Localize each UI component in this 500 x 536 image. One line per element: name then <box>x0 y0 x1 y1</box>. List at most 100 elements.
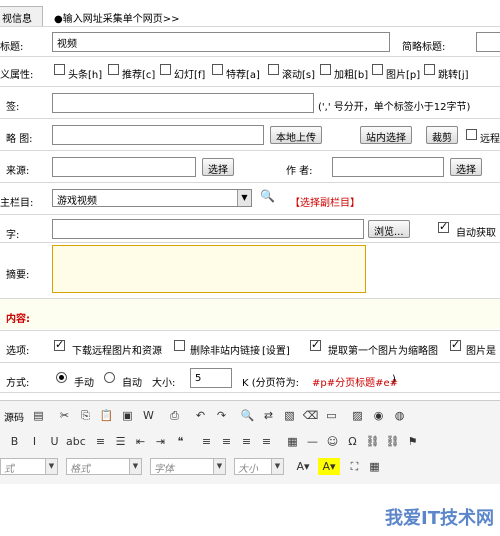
paste-icon[interactable]: 📋 <box>98 407 115 424</box>
attr-checkbox[interactable] <box>54 64 65 75</box>
anchor-icon[interactable]: ⚑ <box>404 433 421 450</box>
indent-icon[interactable]: ⇥ <box>152 433 169 450</box>
ol-icon[interactable]: ≡ <box>92 433 109 450</box>
underline-icon[interactable]: U <box>46 433 63 450</box>
special-char-icon[interactable]: Ω <box>344 433 361 450</box>
summary-label: 摘要: <box>6 270 30 281</box>
paging-manual-radio[interactable] <box>56 372 67 383</box>
auto-keyword-checkbox[interactable] <box>438 220 449 233</box>
crop-button[interactable]: 裁剪 <box>426 126 458 144</box>
show-blocks-icon[interactable]: ▦ <box>366 458 383 475</box>
format-combo[interactable]: 格式 ▼ <box>66 458 142 475</box>
auto-keyword-label: 自动获取 <box>456 228 496 239</box>
paging-manual-label: 手动 <box>74 378 94 389</box>
tags-input[interactable] <box>52 93 314 113</box>
smiley-icon[interactable]: ☺ <box>324 433 341 450</box>
justify-icon[interactable]: ≡ <box>258 433 275 450</box>
template-icon[interactable]: ▭ <box>323 407 340 424</box>
paging-close: ) <box>392 374 396 385</box>
align-right-icon[interactable]: ≡ <box>238 433 255 450</box>
author-select-button[interactable]: 选择 <box>450 158 482 176</box>
cut-icon[interactable]: ✂ <box>56 407 73 424</box>
bg-color-icon[interactable]: A▾ <box>318 458 340 475</box>
find-icon[interactable]: 🔍 <box>239 407 256 424</box>
text-color-icon[interactable]: A▾ <box>292 458 314 475</box>
link-icon[interactable]: ⛓ <box>364 433 381 450</box>
attr-checkbox[interactable] <box>320 64 331 75</box>
paste-text-icon[interactable]: ▣ <box>119 407 136 424</box>
image-icon[interactable]: ▨ <box>349 407 366 424</box>
source-mode-button[interactable]: 源码 <box>4 409 24 424</box>
title-input[interactable] <box>52 32 390 52</box>
flash-icon[interactable]: ◉ <box>370 407 387 424</box>
summary-textarea[interactable] <box>52 245 366 293</box>
options-label: 选项: <box>6 346 30 357</box>
remote-checkbox[interactable] <box>466 129 477 140</box>
column-select[interactable]: 游戏视频 ▼ <box>52 189 252 207</box>
source-input[interactable] <box>52 157 196 177</box>
thumb-input[interactable] <box>52 125 264 145</box>
strike-icon[interactable]: abc <box>66 433 86 450</box>
font-combo[interactable]: 字体 ▼ <box>150 458 226 475</box>
attr-label: 加粗[b] <box>334 70 369 81</box>
select-all-icon[interactable]: ▧ <box>281 407 298 424</box>
style-combo-label: 式 <box>4 464 14 475</box>
attr-checkbox[interactable] <box>268 64 279 75</box>
print-icon[interactable]: ⎙ <box>166 407 183 424</box>
attr-checkbox[interactable] <box>108 64 119 75</box>
author-input[interactable] <box>332 157 444 177</box>
chevron-down-icon: ▼ <box>213 459 225 474</box>
settings-link[interactable]: [设置] <box>262 342 290 357</box>
tags-hint: (',' 号分开，单个标签小于12字节) <box>318 102 471 113</box>
align-center-icon[interactable]: ≡ <box>218 433 235 450</box>
hr-icon[interactable]: — <box>304 433 321 450</box>
paging-size-label: 大小: <box>152 378 176 389</box>
quote-icon[interactable]: ❝ <box>172 433 189 450</box>
source-select-button[interactable]: 选择 <box>202 158 234 176</box>
remove-format-icon[interactable]: ⌫ <box>302 407 319 424</box>
attr-checkbox[interactable] <box>372 64 383 75</box>
outdent-icon[interactable]: ⇤ <box>132 433 149 450</box>
maximize-icon[interactable]: ⛶ <box>346 458 363 475</box>
download-remote-checkbox[interactable] <box>54 338 65 351</box>
tab-basic-info[interactable]: 视信息 <box>0 6 43 26</box>
ul-icon[interactable]: ☰ <box>112 433 129 450</box>
search-icon[interactable]: 🔍 <box>260 189 275 203</box>
attr-checkbox[interactable] <box>160 64 171 75</box>
site-select-button[interactable]: 站内选择 <box>360 126 412 144</box>
short-title-input[interactable] <box>476 32 500 52</box>
copy-icon[interactable]: ⎘ <box>77 407 94 424</box>
chevron-down-icon: ▼ <box>237 190 251 206</box>
undo-icon[interactable]: ↶ <box>192 407 209 424</box>
style-combo[interactable]: 式 ▼ <box>0 458 58 475</box>
keyword-input[interactable] <box>52 219 364 239</box>
paste-word-icon[interactable]: W <box>140 407 157 424</box>
download-remote-label: 下载远程图片和资源 <box>72 346 162 357</box>
keyword-label: 字: <box>6 230 20 241</box>
author-label: 作 者: <box>286 166 313 177</box>
replace-icon[interactable]: ⇄ <box>260 407 277 424</box>
sub-column-link[interactable]: 【选择副栏目】 <box>290 194 360 209</box>
font-combo-label: 字体 <box>154 464 174 475</box>
attr-label: 特荐[a] <box>226 70 260 81</box>
italic-icon[interactable]: I <box>26 433 43 450</box>
tab-url-capture[interactable]: ●输入网址采集单个网页>> <box>54 10 179 25</box>
attr-label: 幻灯[f] <box>174 70 206 81</box>
doc-icon[interactable]: ▤ <box>30 407 47 424</box>
redo-icon[interactable]: ↷ <box>213 407 230 424</box>
image-is-checkbox[interactable] <box>450 338 461 351</box>
paging-auto-radio[interactable] <box>104 372 115 383</box>
local-upload-button[interactable]: 本地上传 <box>270 126 322 144</box>
attr-checkbox[interactable] <box>212 64 223 75</box>
delete-links-checkbox[interactable] <box>174 340 185 351</box>
unlink-icon[interactable]: ⛓ <box>384 433 401 450</box>
globe-icon[interactable]: ◍ <box>391 407 408 424</box>
size-combo[interactable]: 大小 ▼ <box>234 458 284 475</box>
browse-button[interactable]: 浏览... <box>368 220 410 238</box>
attr-checkbox[interactable] <box>424 64 435 75</box>
first-image-checkbox[interactable] <box>310 338 321 351</box>
paging-size-input[interactable] <box>190 368 232 388</box>
table-icon[interactable]: ▦ <box>284 433 301 450</box>
align-left-icon[interactable]: ≡ <box>198 433 215 450</box>
bold-icon[interactable]: B <box>6 433 23 450</box>
